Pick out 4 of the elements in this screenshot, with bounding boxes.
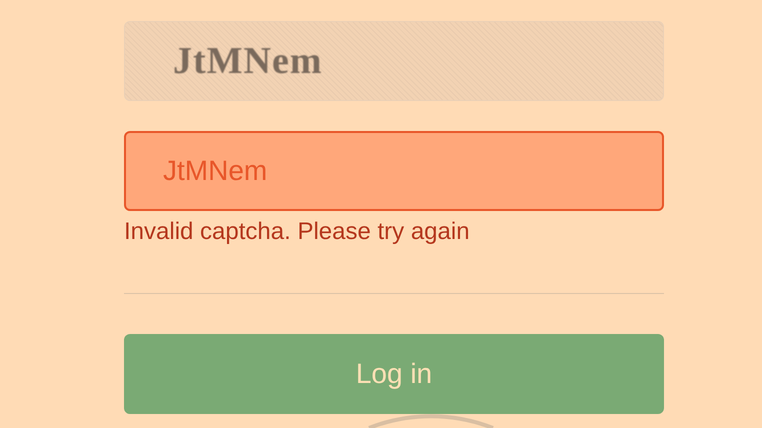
error-message: Invalid captcha. Please try again <box>124 217 471 247</box>
captcha-text: JtMNem <box>173 38 322 84</box>
login-button[interactable]: Log in <box>124 334 664 414</box>
captcha-input-field[interactable]: JtMNem <box>124 131 664 211</box>
